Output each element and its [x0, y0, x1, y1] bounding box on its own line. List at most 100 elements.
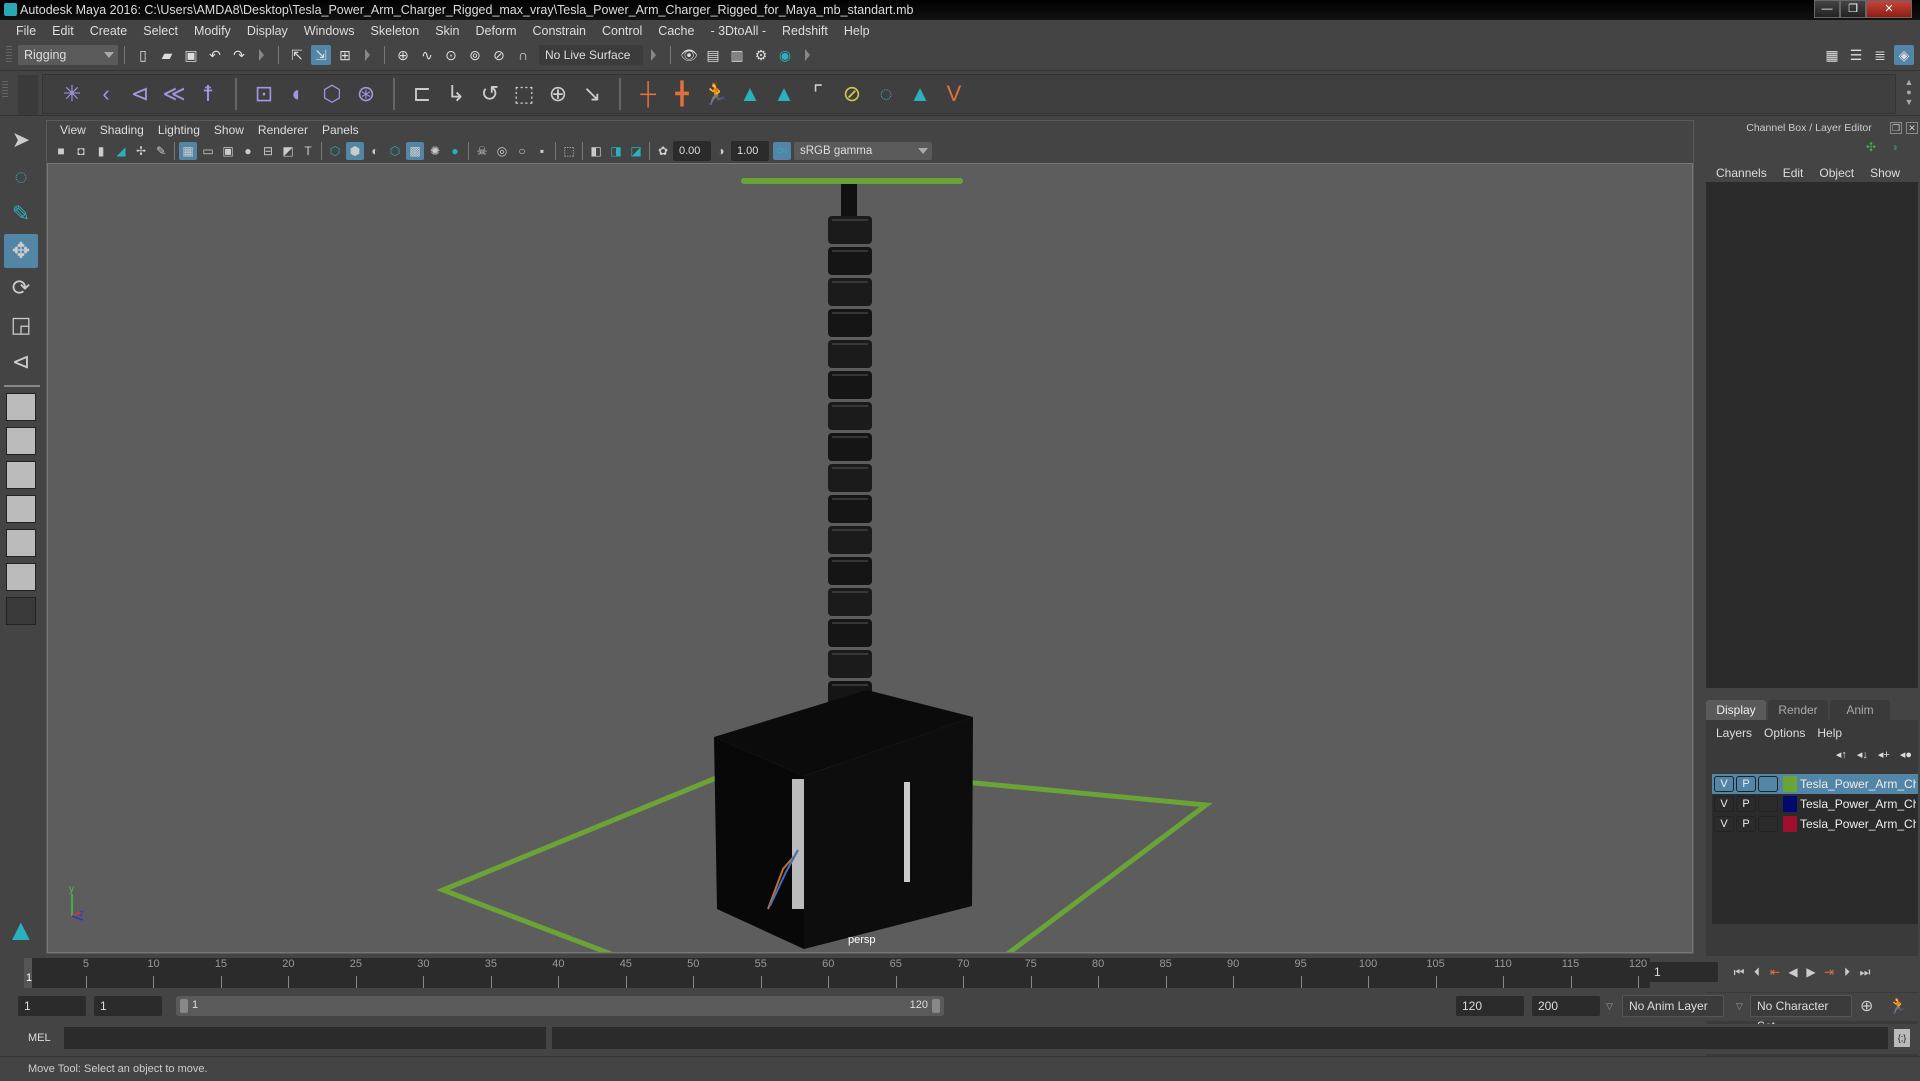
- maya-script-icon-1[interactable]: ▲: [736, 78, 764, 110]
- last-tool-icon[interactable]: ⊲: [4, 345, 38, 379]
- time-slider-track[interactable]: 1 5 10 15 20 25 30 35 40 45 50 55 60 65 70 75 80 85 90 95 1…: [24, 958, 1650, 988]
- persp-graph-hypergraph-layout-icon[interactable]: [6, 563, 36, 591]
- isolate-select-icon[interactable]: ⬚: [560, 142, 578, 160]
- menu-3dtoall[interactable]: - 3DtoAll -: [702, 20, 774, 42]
- layer-display-type-toggle[interactable]: [1758, 776, 1778, 792]
- menu-windows[interactable]: Windows: [296, 20, 363, 42]
- snap-magnet-icon[interactable]: ∩: [513, 45, 533, 65]
- save-scene-icon[interactable]: ▣: [181, 45, 201, 65]
- tab-display[interactable]: Display: [1706, 700, 1766, 720]
- shelf-scroll[interactable]: ▲ ● ▼: [1902, 77, 1916, 111]
- go-to-start-icon[interactable]: ⏮: [1730, 963, 1748, 981]
- smooth-shade-icon[interactable]: ⬢: [346, 142, 364, 160]
- cb-menu-object[interactable]: Object: [1811, 162, 1862, 184]
- range-end-handle[interactable]: [932, 999, 940, 1013]
- bind-skin-icon[interactable]: ⊡: [250, 78, 278, 110]
- menu-skeleton[interactable]: Skeleton: [363, 20, 428, 42]
- step-forward-icon[interactable]: ⏵: [1838, 963, 1856, 981]
- hypershade-icon[interactable]: ◉: [775, 45, 795, 65]
- gate-mask-icon[interactable]: ●: [239, 142, 257, 160]
- ik-spring-icon[interactable]: ≪: [160, 78, 188, 110]
- color-space-dropdown[interactable]: sRGB gamma: [794, 142, 932, 160]
- command-input[interactable]: [64, 1027, 546, 1049]
- make-live-icon[interactable]: ⊘: [489, 45, 509, 65]
- pole-vector-icon[interactable]: ↘: [578, 78, 606, 110]
- select-tool-icon[interactable]: ➤: [4, 123, 38, 157]
- select-by-hierarchy-icon[interactable]: ⇱: [287, 45, 307, 65]
- xray-active-icon[interactable]: ◪: [627, 142, 645, 160]
- xray-icon[interactable]: ◧: [587, 142, 605, 160]
- shadows-icon[interactable]: ●: [446, 142, 464, 160]
- layer-color-swatch[interactable]: [1783, 776, 1797, 792]
- go-to-end-icon[interactable]: ⏭: [1856, 963, 1874, 981]
- panel-menu-lighting[interactable]: Lighting: [151, 119, 207, 141]
- channel-box-toggle-icon[interactable]: ◈: [1894, 45, 1914, 65]
- panel-menu-show[interactable]: Show: [207, 119, 251, 141]
- layer-display-type-toggle[interactable]: [1758, 816, 1778, 832]
- live-surface-field[interactable]: No Live Surface: [539, 45, 643, 65]
- open-scene-icon[interactable]: ▰: [157, 45, 177, 65]
- start-time-field[interactable]: 1: [18, 996, 86, 1016]
- vertex-icon[interactable]: V: [940, 78, 968, 110]
- set-key-icon[interactable]: ┼: [634, 78, 662, 110]
- outliner-persp-layout-icon[interactable]: [6, 461, 36, 489]
- layer-color-swatch[interactable]: [1783, 796, 1797, 812]
- character-set-field[interactable]: No Character Set: [1750, 995, 1852, 1033]
- aim-constraint-icon[interactable]: ⊕: [544, 78, 572, 110]
- ambient-occlusion-icon[interactable]: ☠: [473, 142, 491, 160]
- textured-icon[interactable]: ▩: [406, 142, 424, 160]
- lattice-icon[interactable]: ⬡: [318, 78, 346, 110]
- snap-curve-icon[interactable]: ∿: [417, 45, 437, 65]
- menuset-dropdown[interactable]: Rigging: [18, 45, 118, 65]
- persp-graph-layout-icon[interactable]: [6, 495, 36, 523]
- redo-icon[interactable]: ↷: [229, 45, 249, 65]
- select-by-component-icon[interactable]: ⊞: [335, 45, 355, 65]
- render-current-frame-icon[interactable]: ▤: [703, 45, 723, 65]
- minimize-button[interactable]: —: [1814, 0, 1840, 18]
- maya-script-icon-3[interactable]: ▲: [906, 78, 934, 110]
- move-tool-icon[interactable]: ✥: [4, 234, 38, 268]
- menu-cache[interactable]: Cache: [650, 20, 702, 42]
- layer-row[interactable]: V P Tesla_Power_Arm_Charger: [1712, 814, 1918, 834]
- wireframe-on-shaded-icon[interactable]: ◐: [366, 142, 384, 160]
- cb-menu-show[interactable]: Show: [1862, 162, 1908, 184]
- joint-tool-icon[interactable]: ✳: [58, 78, 86, 110]
- ik-handle-icon[interactable]: ‹: [92, 78, 120, 110]
- tool-settings-icon[interactable]: ≣: [1870, 45, 1890, 65]
- parent-constraint-icon[interactable]: ⊏: [408, 78, 436, 110]
- panel-menu-panels[interactable]: Panels: [315, 119, 366, 141]
- menu-constrain[interactable]: Constrain: [525, 20, 595, 42]
- layer-visibility-toggle[interactable]: V: [1714, 796, 1734, 812]
- cb-menu-channels[interactable]: Channels: [1708, 162, 1775, 184]
- menu-file[interactable]: File: [8, 20, 44, 42]
- color-management-toggle[interactable]: ON: [773, 142, 791, 160]
- layer-visibility-toggle[interactable]: V: [1714, 776, 1734, 792]
- exposure-field[interactable]: 0.00: [673, 141, 711, 161]
- undo-icon[interactable]: ↶: [205, 45, 225, 65]
- new-layer-icon[interactable]: ◂+: [1878, 748, 1890, 761]
- menu-deform[interactable]: Deform: [468, 20, 525, 42]
- gamma-field[interactable]: 1.00: [731, 141, 769, 161]
- panel-menu-view[interactable]: View: [53, 119, 93, 141]
- paint-weights-icon[interactable]: ◐: [284, 78, 312, 110]
- wireframe-icon[interactable]: ⬡: [326, 142, 344, 160]
- menu-create[interactable]: Create: [82, 20, 136, 42]
- snap-view-plane-icon[interactable]: ⊚: [465, 45, 485, 65]
- character-set-icon[interactable]: 🏃: [702, 78, 730, 110]
- modeling-toolkit-icon[interactable]: ▦: [1822, 45, 1842, 65]
- safe-title-icon[interactable]: T: [299, 142, 317, 160]
- scale-tool-icon[interactable]: ◲: [4, 308, 38, 342]
- new-scene-icon[interactable]: ▯: [133, 45, 153, 65]
- shelf-tabs-button[interactable]: [18, 75, 38, 115]
- menu-modify[interactable]: Modify: [186, 20, 239, 42]
- safe-action-icon[interactable]: ◩: [279, 142, 297, 160]
- ik-spline-icon[interactable]: ⊲: [126, 78, 154, 110]
- render-view-icon[interactable]: 👁: [679, 45, 699, 65]
- four-pane-layout-icon[interactable]: [6, 427, 36, 455]
- le-menu-help[interactable]: Help: [1811, 726, 1848, 740]
- empty-shelf-slot[interactable]: ⌜: [804, 78, 832, 110]
- hypershade-persp-layout-icon[interactable]: [6, 529, 36, 557]
- quick-rig-icon[interactable]: ☨: [194, 78, 222, 110]
- command-language-label[interactable]: MEL: [28, 1032, 51, 1044]
- paint-select-tool-icon[interactable]: ✎: [4, 197, 38, 231]
